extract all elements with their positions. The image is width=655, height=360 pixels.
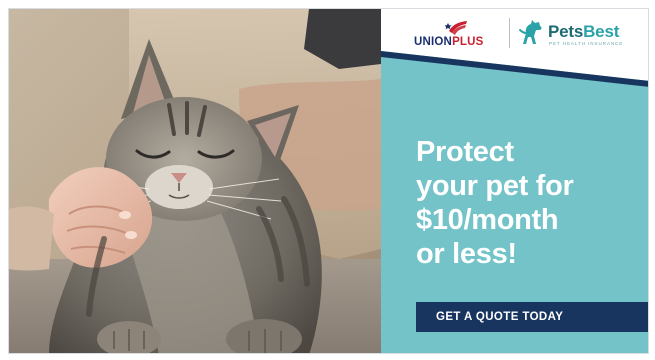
cat-being-petted-photo xyxy=(9,9,381,353)
pets-best-logo: PetsBest PET HEALTH INSURANCE xyxy=(517,15,643,53)
pets-best-tagline: PET HEALTH INSURANCE xyxy=(549,41,624,46)
union-plus-wordmark: UNIONPLUS xyxy=(414,36,484,48)
logo-divider xyxy=(509,18,510,48)
dog-icon xyxy=(519,20,542,44)
flag-icon xyxy=(445,21,467,35)
best-word: Best xyxy=(583,22,620,41)
headline-line-3: $10/month xyxy=(416,204,559,236)
headline-line-4: or less! xyxy=(416,238,517,270)
pets-best-wordmark: PetsBest xyxy=(548,22,619,42)
union-word: UNION xyxy=(414,36,453,48)
union-plus-logo: UNIONPLUS xyxy=(414,19,502,53)
headline-line-1: Protect xyxy=(416,136,514,168)
ad-headline: Protect your pet for $10/month or less! xyxy=(416,135,641,271)
headline-line-2: your pet for xyxy=(416,170,574,202)
plus-word: PLUS xyxy=(452,36,484,48)
cat-photo xyxy=(9,9,381,353)
get-a-quote-button[interactable]: GET A QUOTE TODAY xyxy=(416,302,648,332)
ad-info-panel: UNIONPLUS PetsBest PET HEALTH INSURANCE … xyxy=(381,9,648,353)
pet-insurance-ad[interactable]: UNIONPLUS PetsBest PET HEALTH INSURANCE … xyxy=(8,8,649,354)
pets-word: Pets xyxy=(548,22,584,41)
